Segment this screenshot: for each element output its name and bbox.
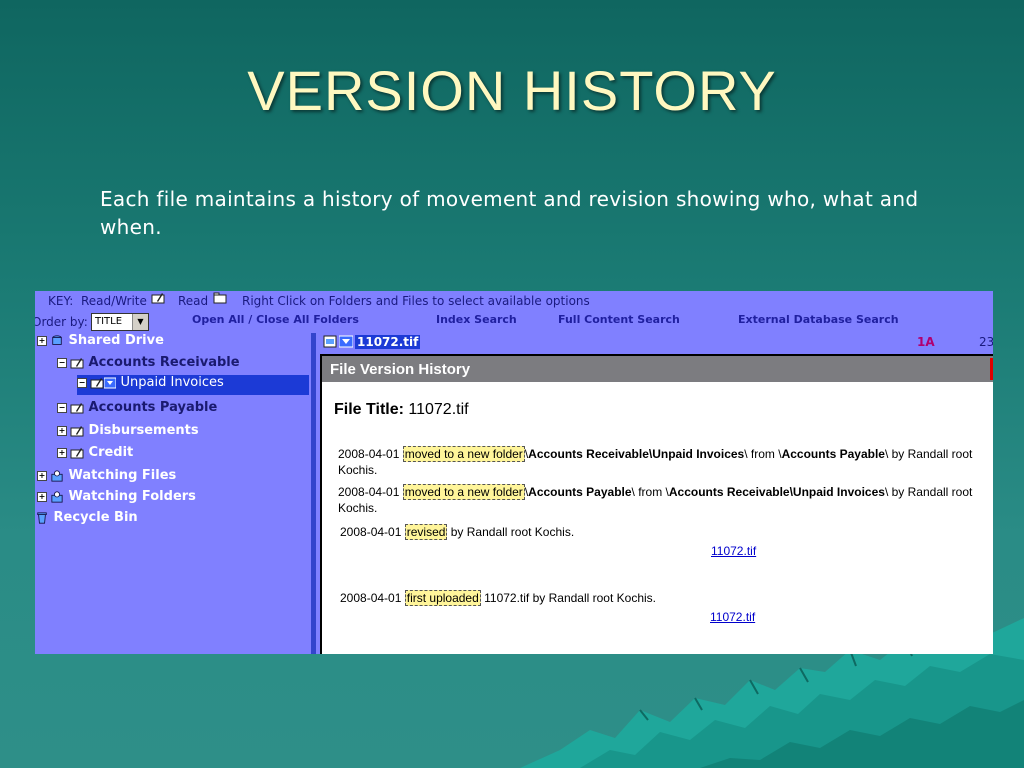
entry-date: 2008-04-01 [340, 591, 402, 605]
folder-edit-icon [90, 377, 104, 388]
key-hint: Right Click on Folders and Files to sele… [242, 294, 590, 308]
file-title: File Title: 11072.tif [334, 401, 469, 419]
tree-item-unpaid-invoices[interactable]: − Unpaid Invoices [77, 375, 309, 395]
expand-icon[interactable]: + [37, 491, 47, 502]
history-entry: 2008-04-01 moved to a new folder \Account… [338, 484, 993, 516]
tree-item-label: Shared Drive [68, 333, 164, 348]
entry-path: Accounts Payable [781, 447, 885, 461]
order-by-value: TITLE [95, 316, 123, 327]
file-bar: 11072.tif 1A 23 [319, 333, 993, 351]
folder-edit-icon [70, 357, 84, 368]
panel-title: File Version History [330, 361, 471, 378]
entry-path: Accounts Receivable\Unpaid Invoices [528, 447, 745, 461]
order-by-select[interactable]: TITLE ▼ [91, 313, 149, 331]
entry-action: moved to a new folder [402, 484, 525, 500]
full-content-search-link[interactable]: Full Content Search [558, 313, 680, 326]
file-number: 23 [979, 335, 993, 349]
tree-item-label: Unpaid Invoices [120, 375, 224, 390]
read-folder-icon [213, 292, 227, 304]
watch-folder-icon [51, 469, 63, 482]
version-history-panel: File Version History File Title: 11072.t… [320, 354, 993, 654]
index-search-link[interactable]: Index Search [436, 313, 517, 326]
drive-icon [52, 334, 62, 345]
order-by-label: Order by: [35, 315, 88, 329]
external-database-search-link[interactable]: External Database Search [738, 313, 899, 326]
file-version-link[interactable]: 11072.tif [710, 610, 755, 624]
key-bar: KEY: Read/Write Read Right Click on Fold… [35, 291, 993, 311]
tree-item-label: Recycle Bin [53, 510, 138, 525]
dropdown-icon[interactable] [104, 377, 116, 389]
tree-item-disbursements[interactable]: + Disbursements [57, 423, 199, 443]
file-options-dropdown-icon[interactable] [339, 335, 353, 348]
tree-item-label: Accounts Receivable [88, 355, 240, 370]
key-readwrite-label: Read/Write [81, 294, 147, 308]
expand-icon[interactable]: + [37, 470, 47, 481]
slide-body-text: Each file maintains a history of movemen… [100, 187, 919, 239]
chevron-down-icon[interactable]: ▼ [132, 314, 148, 330]
recycle-bin-icon [37, 511, 47, 524]
entry-text: 11072.tif by Randall root Kochis. [480, 591, 656, 605]
tree-item-label: Watching Folders [68, 489, 196, 504]
pane-divider[interactable] [311, 333, 316, 654]
panel-header: File Version History [322, 356, 993, 382]
document-manager-window: KEY: Read/Write Read Right Click on Fold… [35, 291, 993, 654]
history-entry: 2008-04-01 first uploaded 11072.tif by R… [340, 590, 993, 606]
entry-action: moved to a new folder [402, 446, 525, 462]
entry-date: 2008-04-01 [338, 485, 400, 499]
file-version-link[interactable]: 11072.tif [711, 544, 756, 558]
tree-item-accounts-receivable[interactable]: − Accounts Receivable [57, 355, 240, 375]
file-pane: 11072.tif 1A 23 File Version History Fil… [317, 333, 993, 654]
readwrite-folder-icon [151, 293, 165, 304]
tree-item-label: Credit [88, 445, 134, 460]
tree-item-shared-drive[interactable]: + Shared Drive [37, 333, 164, 353]
history-entry: 2008-04-01 revised by Randall root Kochi… [340, 524, 993, 540]
order-bar: Order by: TITLE ▼ Open All / Close All F… [35, 311, 993, 333]
file-title-value: 11072.tif [408, 401, 469, 418]
entry-action: revised [404, 524, 448, 540]
key-read-label: Read [178, 294, 209, 308]
entry-text: \ from \ [631, 485, 669, 499]
tree-item-label: Watching Files [68, 468, 177, 483]
entry-date: 2008-04-01 [340, 525, 402, 539]
file-icon [323, 335, 337, 348]
selected-file-name[interactable]: 11072.tif [355, 335, 421, 349]
collapse-icon[interactable]: − [57, 402, 67, 413]
file-code: 1A [917, 335, 935, 349]
file-title-label: File Title: [334, 401, 404, 418]
tree-item-recycle-bin[interactable]: Recycle Bin [35, 510, 138, 530]
expand-icon[interactable]: + [57, 425, 67, 436]
history-entry: 2008-04-01 moved to a new folder \Account… [338, 446, 993, 478]
collapse-icon[interactable]: − [77, 377, 87, 388]
entry-text: \ from \ [744, 447, 782, 461]
tree-item-credit[interactable]: + Credit [57, 445, 133, 465]
entry-text: by Randall root Kochis. [447, 525, 575, 539]
folder-edit-icon [70, 425, 84, 436]
folder-edit-icon [70, 447, 84, 458]
folder-tree: + Shared Drive − Accounts Receivable − U… [35, 333, 311, 654]
entry-path: Accounts Payable [528, 485, 632, 499]
watch-folder-icon [51, 490, 63, 503]
entry-date: 2008-04-01 [338, 447, 400, 461]
entry-path: Accounts Receivable\Unpaid Invoices [668, 485, 885, 499]
entry-action: first uploaded [404, 590, 481, 606]
expand-icon[interactable]: + [57, 447, 67, 458]
close-button[interactable] [990, 358, 993, 380]
expand-icon[interactable]: + [37, 335, 47, 346]
key-label: KEY: [48, 294, 74, 308]
open-close-all-link[interactable]: Open All / Close All Folders [192, 313, 359, 326]
tree-item-label: Disbursements [88, 423, 199, 438]
slide-title: VERSION HISTORY [247, 59, 777, 122]
folder-edit-icon [70, 402, 84, 413]
tree-item-label: Accounts Payable [88, 400, 218, 415]
collapse-icon[interactable]: − [57, 357, 67, 368]
tree-item-watching-files[interactable]: + Watching Files [37, 468, 176, 488]
tree-item-watching-folders[interactable]: + Watching Folders [37, 489, 196, 509]
tree-item-accounts-payable[interactable]: − Accounts Payable [57, 400, 217, 420]
